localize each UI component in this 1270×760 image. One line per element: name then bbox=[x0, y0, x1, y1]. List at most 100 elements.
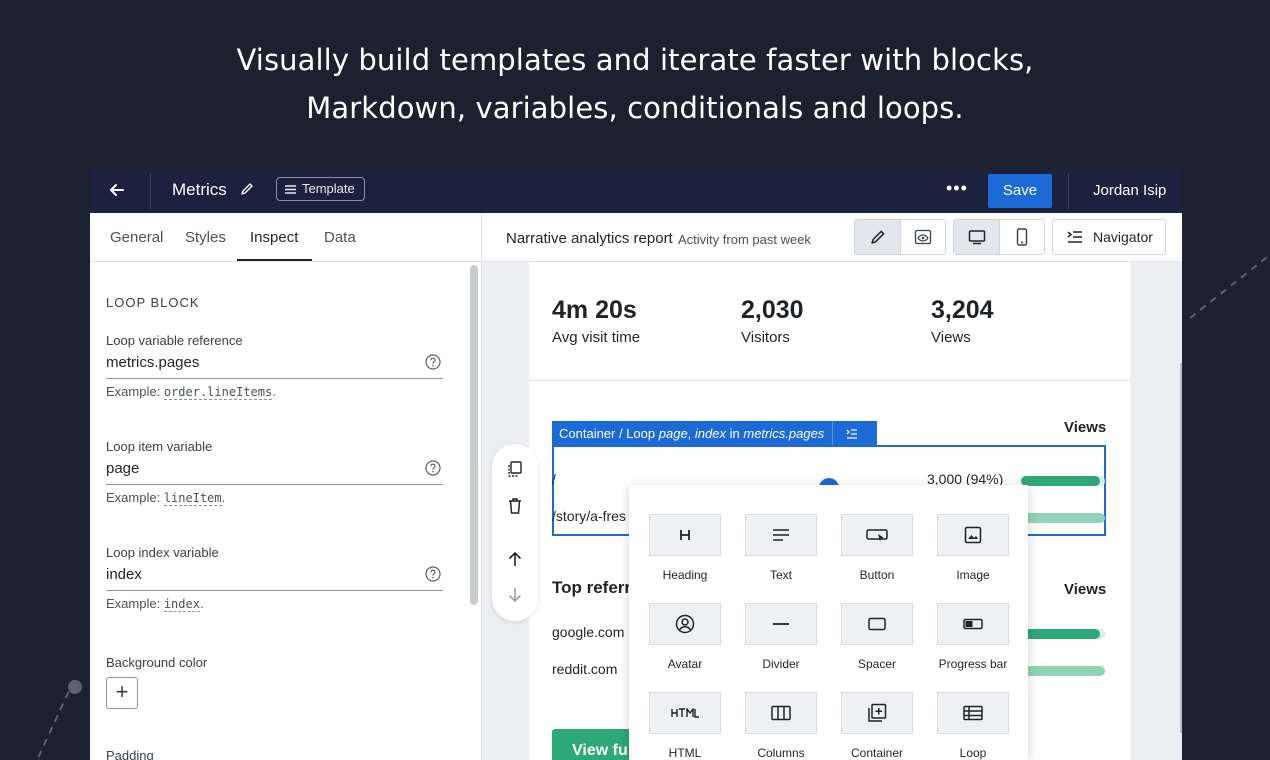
block-avatar[interactable]: Avatar bbox=[649, 603, 721, 671]
move-down-icon[interactable] bbox=[506, 586, 524, 604]
duplicate-icon[interactable] bbox=[506, 460, 524, 478]
field-label: Padding bbox=[106, 748, 154, 760]
avatar-icon bbox=[649, 603, 721, 645]
example-prefix: Example: bbox=[106, 596, 161, 611]
loop-item-variable-input[interactable]: page bbox=[106, 455, 443, 485]
preview-mode-button[interactable] bbox=[900, 220, 945, 254]
referrer-progress-bar bbox=[1021, 629, 1105, 639]
loop-variable-reference-input[interactable]: metrics.pages bbox=[106, 349, 443, 379]
block-progress-bar[interactable]: Progress bar bbox=[937, 603, 1009, 671]
field-example: Example: order.lineItems. bbox=[106, 384, 276, 400]
block-html[interactable]: HTML bbox=[649, 692, 721, 760]
loop-icon bbox=[937, 692, 1009, 734]
tab-data[interactable]: Data bbox=[324, 229, 356, 247]
edit-mode-button[interactable] bbox=[855, 220, 900, 254]
block-text[interactable]: Text bbox=[745, 514, 817, 582]
hero-line-1: Visually build templates and iterate fas… bbox=[236, 43, 1034, 77]
panel-tabs: General Styles Inspect Data bbox=[90, 213, 482, 262]
device-toggle bbox=[953, 219, 1045, 255]
help-icon[interactable] bbox=[425, 566, 441, 582]
stat-label: Avg visit time bbox=[552, 329, 641, 346]
editor-window: Metrics Template ••• Save Jordan Isip Ge… bbox=[90, 169, 1182, 760]
divider bbox=[1068, 173, 1069, 209]
field-label: Loop item variable bbox=[106, 439, 213, 454]
example-suffix: . bbox=[272, 384, 276, 399]
progress-fill bbox=[1021, 513, 1105, 523]
example-code: index bbox=[163, 597, 200, 612]
views-column-header: Views bbox=[1064, 419, 1107, 436]
report-subtitle: Activity from past week bbox=[678, 232, 811, 247]
decorative-dot bbox=[68, 680, 82, 694]
loop-tag-navigator-button[interactable] bbox=[832, 421, 870, 446]
button-icon bbox=[841, 514, 913, 556]
field-label: Loop variable reference bbox=[106, 333, 243, 348]
block-button[interactable]: Button bbox=[841, 514, 913, 582]
example-prefix: Example: bbox=[106, 490, 161, 505]
block-image[interactable]: Image bbox=[937, 514, 1009, 582]
tab-general[interactable]: General bbox=[110, 229, 163, 247]
block-columns[interactable]: Columns bbox=[745, 692, 817, 760]
navigator-button[interactable]: Navigator bbox=[1052, 219, 1166, 255]
html-icon bbox=[649, 692, 721, 734]
template-badge-label: Template bbox=[302, 181, 355, 196]
block-heading[interactable]: Heading bbox=[649, 514, 721, 582]
save-button[interactable]: Save bbox=[988, 174, 1052, 208]
report-title: Narrative analytics report bbox=[506, 230, 673, 247]
block-label: Image bbox=[956, 568, 990, 582]
mobile-icon bbox=[1016, 228, 1028, 246]
decorative-dashed-line bbox=[1189, 253, 1270, 319]
page-path: / bbox=[552, 471, 556, 487]
mobile-view-button[interactable] bbox=[999, 220, 1044, 254]
navigator-icon bbox=[846, 428, 857, 439]
block-container[interactable]: Container bbox=[841, 692, 913, 760]
user-name[interactable]: Jordan Isip bbox=[1093, 181, 1166, 201]
container-icon bbox=[841, 692, 913, 734]
stat-value: 3,204 bbox=[931, 296, 994, 324]
page-path: /story/a-fres bbox=[552, 508, 626, 524]
progress-fill bbox=[1021, 629, 1100, 639]
loop-tag-ref: metrics.pages bbox=[743, 426, 825, 441]
image-icon bbox=[937, 514, 1009, 556]
move-up-icon[interactable] bbox=[506, 550, 524, 568]
example-prefix: Example: bbox=[106, 384, 161, 399]
tab-inspect[interactable]: Inspect bbox=[250, 229, 298, 247]
add-background-color-button[interactable]: + bbox=[106, 677, 138, 709]
section-title: Top referr bbox=[552, 578, 632, 597]
divider-icon bbox=[745, 603, 817, 645]
views-progress-bar bbox=[1021, 513, 1105, 523]
help-icon[interactable] bbox=[425, 354, 441, 370]
example-code: order.lineItems bbox=[163, 385, 273, 400]
desktop-view-button[interactable] bbox=[954, 220, 999, 254]
loop-index-variable-input[interactable]: index bbox=[106, 561, 443, 591]
canvas-scrollbar[interactable] bbox=[1180, 363, 1182, 733]
back-arrow-icon[interactable] bbox=[106, 179, 128, 201]
loop-tag-prefix: Container / Loop bbox=[559, 426, 656, 441]
help-icon[interactable] bbox=[425, 460, 441, 476]
panel-scrollbar[interactable] bbox=[470, 265, 478, 605]
desktop-icon bbox=[968, 230, 985, 245]
pencil-icon[interactable] bbox=[240, 182, 254, 196]
referrer-progress-bar bbox=[1021, 666, 1105, 676]
views-progress-bar bbox=[1021, 476, 1105, 486]
navigator-label: Navigator bbox=[1093, 229, 1153, 245]
spacer-icon bbox=[841, 603, 913, 645]
text-icon bbox=[745, 514, 817, 556]
block-label: Divider bbox=[762, 657, 800, 671]
more-options-icon[interactable]: ••• bbox=[946, 179, 967, 201]
loop-tag-in: in bbox=[729, 426, 740, 441]
block-spacer[interactable]: Spacer bbox=[841, 603, 913, 671]
block-loop[interactable]: Loop bbox=[937, 692, 1009, 760]
trash-icon[interactable] bbox=[506, 497, 524, 515]
block-label: Progress bar bbox=[938, 657, 1008, 671]
hero-heading: Visually build templates and iterate fas… bbox=[0, 36, 1270, 132]
preview-toolbar: Narrative analytics report Activity from… bbox=[482, 213, 1182, 262]
block-label: Spacer bbox=[857, 657, 897, 671]
progress-fill bbox=[1021, 476, 1100, 486]
block-divider[interactable]: Divider bbox=[745, 603, 817, 671]
document-title: Metrics bbox=[172, 180, 227, 199]
views-column-header: Views bbox=[1064, 581, 1107, 598]
section-heading: LOOP BLOCK bbox=[106, 295, 200, 310]
tab-styles[interactable]: Styles bbox=[185, 229, 226, 247]
loop-tag-sep: , bbox=[687, 426, 692, 441]
block-label: Container bbox=[850, 746, 904, 760]
